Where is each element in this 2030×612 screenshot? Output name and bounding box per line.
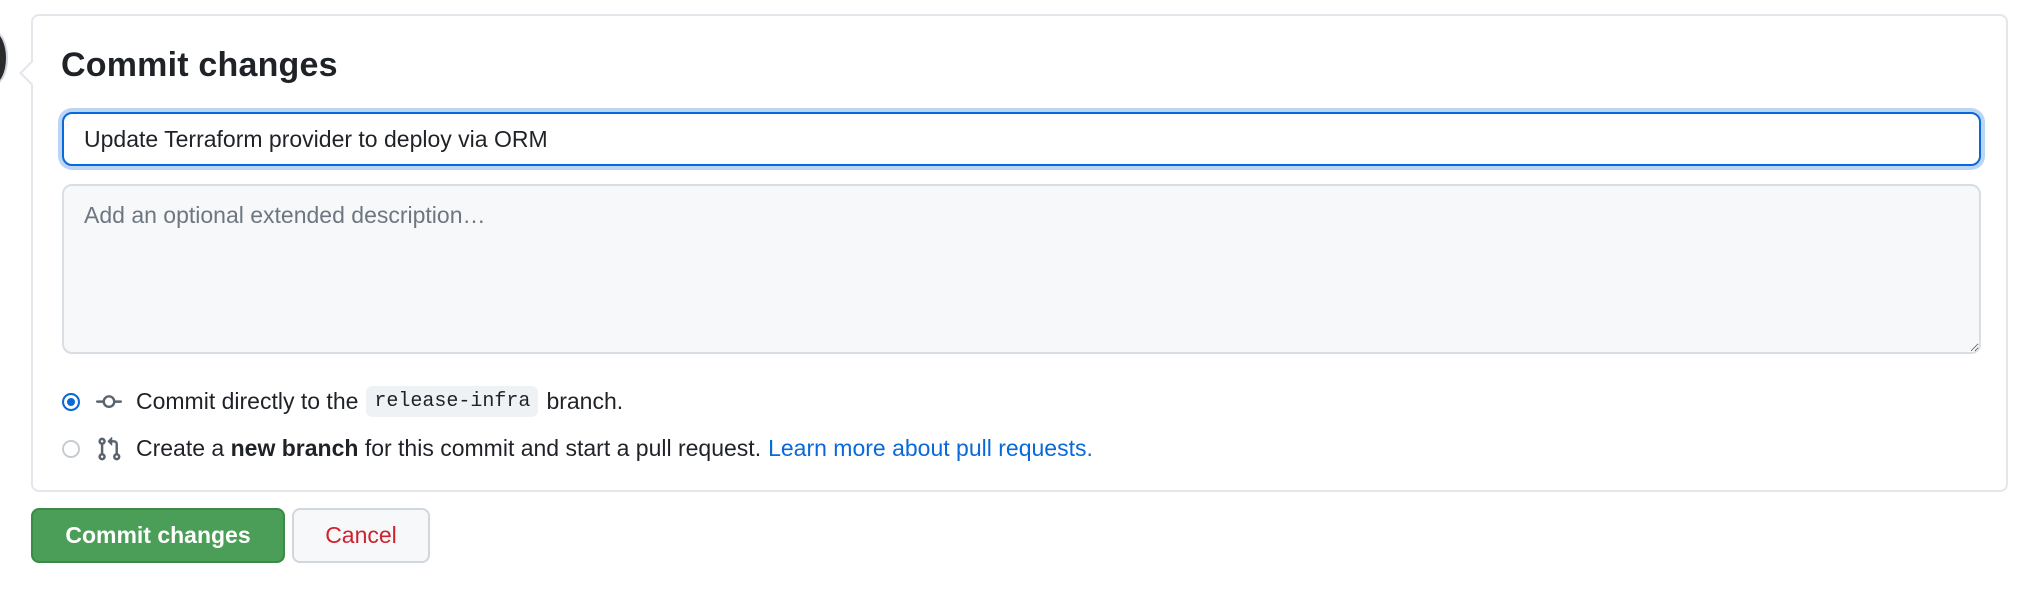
- commit-direct-radio[interactable]: [62, 392, 80, 411]
- branch-name: release-infra: [366, 386, 539, 417]
- new-branch-radio[interactable]: [62, 439, 80, 458]
- new-branch-option[interactable]: Create a new branch for this commit and …: [62, 435, 1093, 462]
- cancel-button[interactable]: Cancel: [292, 508, 430, 563]
- new-branch-suffix: for this commit and start a pull request…: [364, 435, 762, 461]
- commit-changes-button[interactable]: Commit changes: [31, 508, 285, 563]
- commit-form: Commit changes Commit directly to the re…: [19, 14, 2008, 492]
- caret-pointer-fill: [22, 62, 33, 84]
- commit-direct-option[interactable]: Commit directly to the release-infra bra…: [62, 386, 623, 417]
- new-branch-bold-text: new branch: [230, 435, 359, 461]
- commit-direct-suffix: branch.: [546, 388, 624, 414]
- avatar: [0, 30, 8, 86]
- commit-form-title: Commit changes: [61, 46, 338, 84]
- commit-direct-prefix: Commit directly to the: [136, 388, 359, 414]
- git-pull-request-icon: [98, 436, 121, 460]
- commit-description-textarea[interactable]: [62, 184, 1981, 354]
- new-branch-prefix: Create a: [136, 435, 225, 461]
- git-commit-icon: [96, 394, 122, 408]
- commit-summary-input[interactable]: [62, 112, 1981, 166]
- learn-more-pull-requests-link[interactable]: Learn more about pull requests.: [768, 435, 1093, 462]
